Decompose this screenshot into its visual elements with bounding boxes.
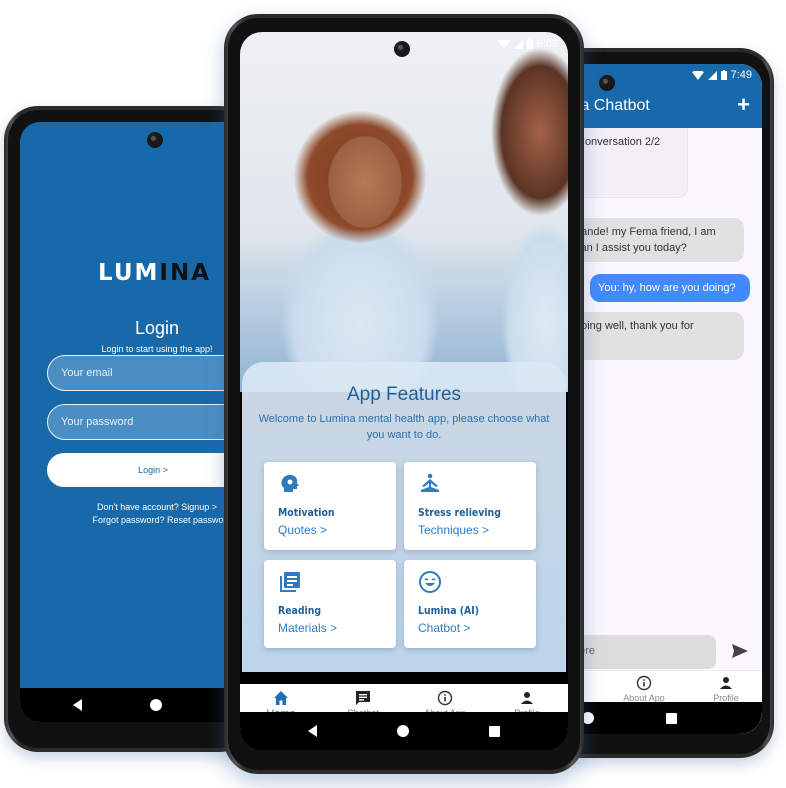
feature-card-chatbot[interactable]: Lumina (AI) Chatbot > (404, 560, 536, 648)
features-title: App Features (346, 384, 462, 405)
camera-icon (599, 75, 615, 91)
home-phone: 6:03 App Features Welcome to Lumina ment… (224, 14, 584, 774)
features-subtitle: Welcome to Lumina mental health app, ple… (258, 413, 550, 441)
status-bar: 6:03 (497, 38, 558, 50)
conversation-card[interactable]: Conversation 2/2 (568, 128, 688, 198)
login-phone: LUMINA Login Login to start using the ap… (4, 106, 254, 752)
signup-link[interactable]: Don't have account? Signup > (20, 502, 254, 512)
conversation-label: Conversation 2/2 (577, 136, 661, 148)
feature-card-reading[interactable]: Reading Materials > (264, 560, 396, 648)
signal-icon (707, 70, 717, 80)
back-icon[interactable] (73, 699, 82, 711)
add-conversation-button[interactable]: + (737, 92, 750, 118)
features-panel: App Features Welcome to Lumina mental he… (242, 362, 566, 672)
login-subtitle: Login to start using the app! (101, 344, 213, 354)
info-icon (437, 690, 453, 706)
reset-password-link[interactable]: Forgot password? Reset password (20, 515, 254, 525)
send-icon[interactable] (732, 644, 748, 658)
bot-message: doing well, thank you for (568, 312, 744, 360)
status-time: 6:03 (536, 38, 558, 50)
home-circle-icon[interactable] (397, 725, 409, 737)
lumina-logo: LUMINA (98, 260, 212, 286)
hero-image (240, 32, 568, 392)
home-screen: 6:03 App Features Welcome to Lumina ment… (240, 32, 568, 750)
login-button[interactable]: Login > (47, 453, 254, 487)
status-time: 7:49 (730, 69, 752, 81)
camera-icon (394, 41, 410, 57)
home-icon (274, 691, 288, 705)
home-circle-icon[interactable] (150, 699, 162, 711)
chat-icon (356, 691, 370, 705)
recent-apps-icon[interactable] (666, 712, 677, 724)
library-books-icon (280, 572, 300, 592)
battery-icon (720, 70, 727, 80)
system-nav-bar (568, 702, 762, 734)
signal-icon (513, 39, 523, 49)
smiley-face-icon (419, 571, 441, 593)
system-nav-bar (240, 712, 568, 750)
system-nav-bar (20, 688, 254, 722)
person-icon (720, 677, 732, 689)
camera-icon (147, 132, 163, 148)
recent-apps-icon[interactable] (489, 725, 500, 737)
status-bar: 7:49 (691, 69, 752, 81)
info-icon (636, 675, 652, 691)
chat-app-bar: 7:49 ina Chatbot + (568, 64, 762, 128)
chatbot-screen: 7:49 ina Chatbot + Conversation 2/2 hand… (568, 64, 762, 734)
wifi-icon (691, 70, 704, 80)
password-field[interactable]: Your password (47, 404, 254, 440)
psychology-head-icon (281, 474, 299, 492)
bot-message: hande! my Fema friend, I am can I assist… (568, 218, 744, 262)
battery-icon (526, 39, 533, 49)
email-field[interactable]: Your email (47, 355, 254, 391)
user-message: You: hy, how are you doing? (590, 274, 750, 302)
login-screen: LUMINA Login Login to start using the ap… (20, 122, 254, 722)
feature-card-stress[interactable]: Stress relieving Techniques > (404, 462, 536, 550)
person-icon (521, 692, 533, 704)
wifi-icon (497, 39, 510, 49)
message-input[interactable]: here (568, 635, 716, 669)
back-icon[interactable] (308, 725, 317, 737)
tab-profile[interactable]: Profile (696, 675, 756, 703)
meditation-icon (421, 473, 439, 492)
login-title: Login (134, 318, 180, 338)
tab-about-app[interactable]: About App (614, 675, 674, 703)
feature-card-motivation[interactable]: Motivation Quotes > (264, 462, 396, 550)
